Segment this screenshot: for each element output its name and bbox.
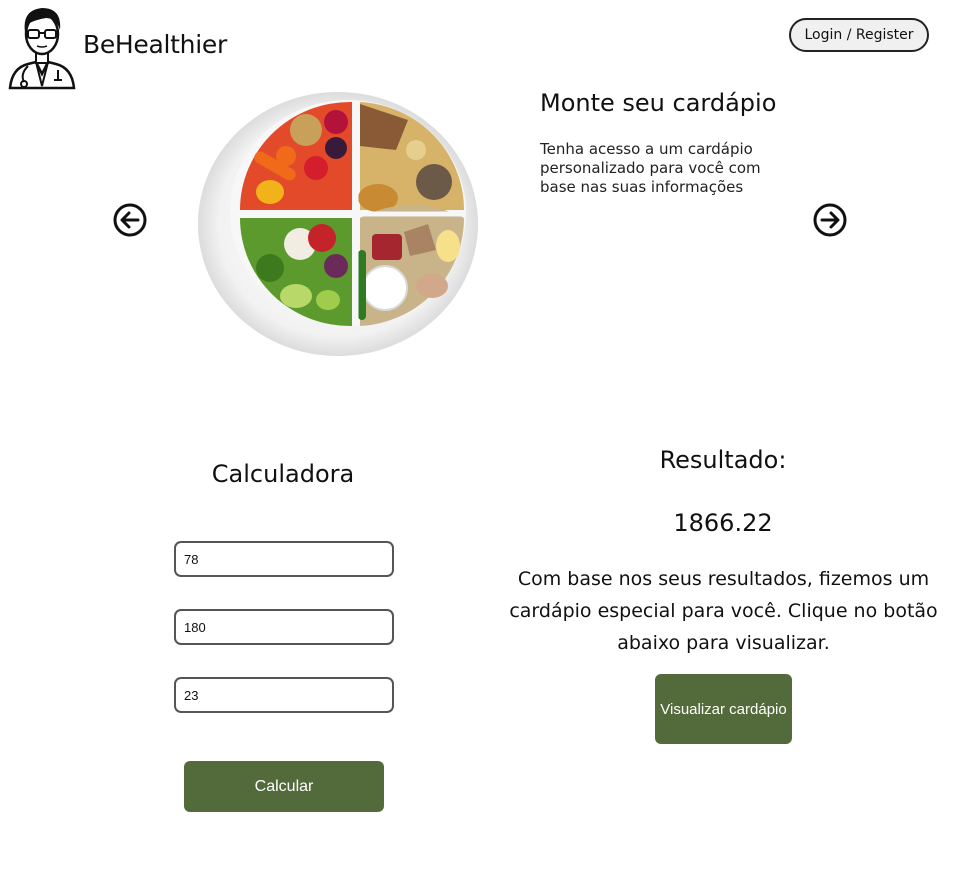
arrow-right-circle-icon[interactable] <box>812 202 848 238</box>
doctor-avatar-icon <box>8 8 76 90</box>
weight-input[interactable] <box>174 541 394 577</box>
result-value: 1866.22 <box>673 509 773 537</box>
height-input[interactable] <box>174 609 394 645</box>
brand-name: BeHealthier <box>83 30 227 59</box>
arrow-left-circle-icon[interactable] <box>112 202 148 238</box>
result-message: Com base nos seus resultados, fizemos um… <box>509 568 938 654</box>
carousel-description: Tenha acesso a um cardápio personalizado… <box>540 140 761 196</box>
result-title: Resultado: <box>659 446 787 474</box>
age-input[interactable] <box>174 677 394 713</box>
food-plate-image <box>198 92 478 356</box>
view-menu-button[interactable]: Visualizar cardápio <box>655 674 792 744</box>
login-register-button[interactable]: Login / Register <box>789 18 929 52</box>
calculate-button[interactable]: Calcular <box>184 761 384 812</box>
carousel-title: Monte seu cardápio <box>540 89 777 117</box>
calculator-title: Calculadora <box>211 460 355 488</box>
